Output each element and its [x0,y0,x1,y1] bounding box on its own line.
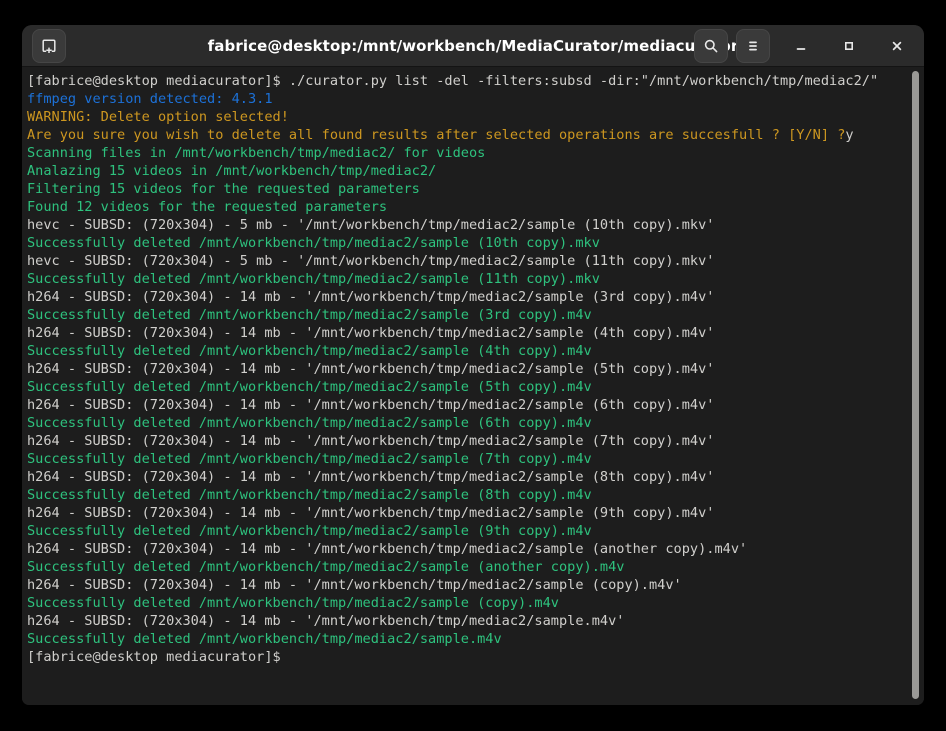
terminal-line: Successfully deleted /mnt/workbench/tmp/… [27,450,919,468]
new-tab-button[interactable] [32,29,66,63]
titlebar[interactable]: fabrice@desktop:/mnt/workbench/MediaCura… [22,25,924,67]
terminal-line: h264 - SUBSD: (720x304) - 14 mb - '/mnt/… [27,504,919,522]
terminal-window: fabrice@desktop:/mnt/workbench/MediaCura… [22,25,924,705]
terminal-line: Successfully deleted /mnt/workbench/tmp/… [27,630,919,648]
terminal-line: h264 - SUBSD: (720x304) - 14 mb - '/mnt/… [27,432,919,450]
terminal-line: hevc - SUBSD: (720x304) - 5 mb - '/mnt/w… [27,252,919,270]
terminal-output: [fabrice@desktop mediacurator]$ ./curato… [27,72,919,666]
search-icon [703,38,719,54]
menu-icon [745,38,761,54]
terminal-line: h264 - SUBSD: (720x304) - 14 mb - '/mnt/… [27,288,919,306]
new-tab-icon [41,38,57,54]
maximize-icon [841,38,857,54]
terminal-line: h264 - SUBSD: (720x304) - 14 mb - '/mnt/… [27,468,919,486]
terminal-line: WARNING: Delete option selected! [27,108,919,126]
terminal-line: h264 - SUBSD: (720x304) - 14 mb - '/mnt/… [27,324,919,342]
scrollbar-track [911,69,922,703]
terminal-line: Analazing 15 videos in /mnt/workbench/tm… [27,162,919,180]
terminal-line: ffmpeg version detected: 4.3.1 [27,90,919,108]
terminal-line: h264 - SUBSD: (720x304) - 14 mb - '/mnt/… [27,360,919,378]
search-button[interactable] [694,29,728,63]
terminal-line: Successfully deleted /mnt/workbench/tmp/… [27,522,919,540]
terminal-line: Successfully deleted /mnt/workbench/tmp/… [27,342,919,360]
terminal-line: Successfully deleted /mnt/workbench/tmp/… [27,234,919,252]
terminal-line: h264 - SUBSD: (720x304) - 14 mb - '/mnt/… [27,612,919,630]
terminal-line: [fabrice@desktop mediacurator]$ ./curato… [27,72,919,90]
menu-button[interactable] [736,29,770,63]
scrollbar-thumb[interactable] [912,71,919,699]
terminal-line: h264 - SUBSD: (720x304) - 14 mb - '/mnt/… [27,540,919,558]
terminal-line: Successfully deleted /mnt/workbench/tmp/… [27,378,919,396]
terminal-line: h264 - SUBSD: (720x304) - 14 mb - '/mnt/… [27,396,919,414]
terminal-line: Successfully deleted /mnt/workbench/tmp/… [27,270,919,288]
terminal-line: Are you sure you wish to delete all foun… [27,126,919,144]
terminal-line: Successfully deleted /mnt/workbench/tmp/… [27,306,919,324]
terminal-line: h264 - SUBSD: (720x304) - 14 mb - '/mnt/… [27,576,919,594]
terminal-line: Successfully deleted /mnt/workbench/tmp/… [27,486,919,504]
maximize-button[interactable] [832,29,866,63]
terminal-line: Successfully deleted /mnt/workbench/tmp/… [27,594,919,612]
terminal-line: [fabrice@desktop mediacurator]$ [27,648,919,666]
minimize-button[interactable] [784,29,818,63]
close-icon [889,38,905,54]
terminal-screen[interactable]: [fabrice@desktop mediacurator]$ ./curato… [22,67,924,705]
terminal-line: Found 12 videos for the requested parame… [27,198,919,216]
terminal-line: Successfully deleted /mnt/workbench/tmp/… [27,414,919,432]
terminal-line: Filtering 15 videos for the requested pa… [27,180,919,198]
terminal-line: Scanning files in /mnt/workbench/tmp/med… [27,144,919,162]
minimize-icon [793,38,809,54]
close-button[interactable] [880,29,914,63]
terminal-line: Successfully deleted /mnt/workbench/tmp/… [27,558,919,576]
terminal-line: hevc - SUBSD: (720x304) - 5 mb - '/mnt/w… [27,216,919,234]
